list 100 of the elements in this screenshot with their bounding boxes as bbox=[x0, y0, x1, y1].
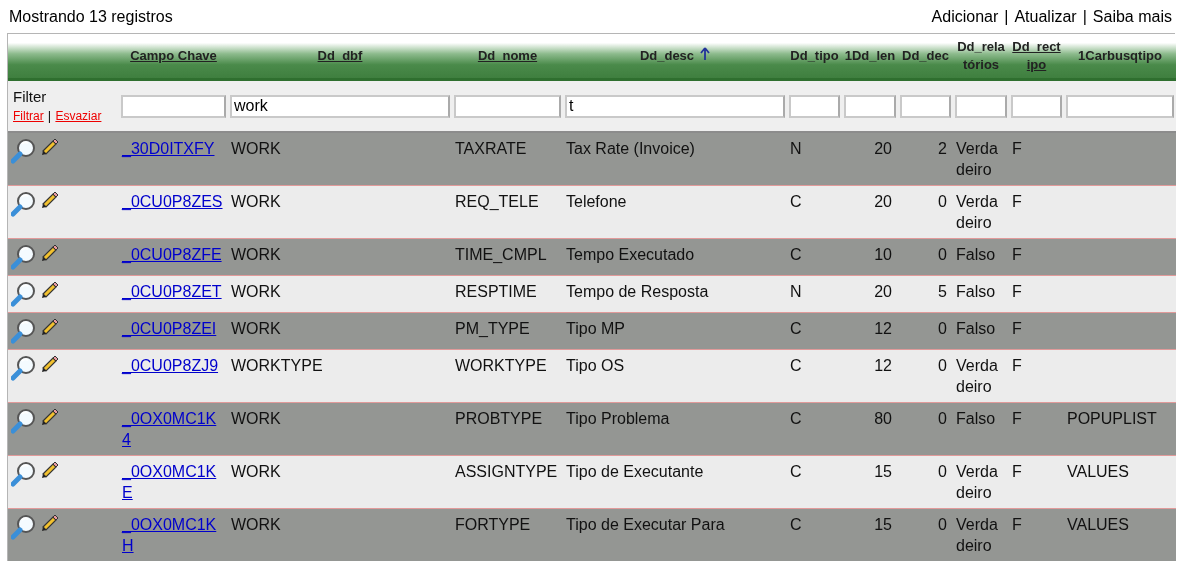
pencil-icon[interactable] bbox=[39, 408, 59, 428]
table-cell: F bbox=[1012, 320, 1022, 337]
table-cell: 0 bbox=[938, 357, 947, 374]
column-header: Dd_desc bbox=[639, 47, 695, 65]
pencil-icon[interactable] bbox=[39, 461, 59, 481]
search-icon[interactable] bbox=[11, 514, 37, 540]
table-cell: WORK bbox=[231, 246, 281, 263]
pencil-icon[interactable] bbox=[39, 318, 59, 338]
table-cell: Verdadeiro bbox=[956, 193, 998, 231]
table-cell: Tipo Problema bbox=[566, 410, 670, 427]
table-cell: Falso bbox=[956, 283, 996, 300]
table-cell: Telefone bbox=[566, 193, 627, 210]
filter-field[interactable] bbox=[955, 94, 1007, 118]
table-cell: REQ_TELE bbox=[455, 193, 539, 210]
table-cell: 2 bbox=[938, 140, 947, 157]
pencil-icon[interactable] bbox=[39, 355, 59, 375]
filter-field[interactable] bbox=[900, 94, 951, 118]
column-header[interactable]: Dd_dbf bbox=[317, 47, 363, 65]
table-cell: ASSIGNTYPE bbox=[455, 463, 558, 480]
table-cell: Tempo Executado bbox=[566, 246, 695, 263]
table-cell: F bbox=[1012, 283, 1022, 300]
action-link[interactable]: Saiba mais bbox=[1092, 7, 1172, 26]
clear-link[interactable]: Esvaziar bbox=[55, 108, 102, 123]
search-icon[interactable] bbox=[11, 318, 37, 344]
table-cell: VALUES bbox=[1067, 463, 1129, 480]
table-cell: Tipo MP bbox=[566, 320, 625, 337]
table-cell: TIME_CMPL bbox=[455, 246, 547, 263]
pencil-icon[interactable] bbox=[39, 138, 59, 158]
search-icon[interactable] bbox=[11, 138, 37, 164]
column-header: Dd_relatórios bbox=[956, 38, 1006, 74]
filter-field[interactable]: work bbox=[230, 94, 450, 118]
action-link[interactable]: Adicionar bbox=[931, 7, 999, 26]
column-header: Dd_tipo bbox=[790, 47, 839, 65]
table-cell: Tipo de Executante bbox=[566, 463, 704, 480]
table-cell: POPUPLIST bbox=[1067, 410, 1157, 427]
pencil-icon[interactable] bbox=[39, 191, 59, 211]
filter-field[interactable] bbox=[844, 94, 896, 118]
separator: | bbox=[47, 107, 52, 123]
search-icon[interactable] bbox=[11, 281, 37, 307]
table-cell: WORKTYPE bbox=[231, 357, 323, 374]
table-cell: F bbox=[1012, 140, 1022, 157]
search-icon[interactable] bbox=[11, 191, 37, 217]
table-cell: WORK bbox=[231, 283, 281, 300]
action-link[interactable]: Atualizar bbox=[1014, 7, 1077, 26]
table-cell: N bbox=[790, 283, 802, 300]
table-cell: 15 bbox=[874, 463, 892, 480]
filter-field[interactable] bbox=[789, 94, 840, 118]
table-cell: Verdadeiro bbox=[956, 140, 998, 178]
pencil-icon[interactable] bbox=[39, 514, 59, 534]
table-cell: Verdadeiro bbox=[956, 463, 998, 501]
table-cell: 0 bbox=[938, 193, 947, 210]
table-cell: WORKTYPE bbox=[455, 357, 547, 374]
filter-field[interactable] bbox=[1011, 94, 1062, 118]
filter-link[interactable]: Filtrar bbox=[13, 108, 44, 123]
table-cell: N bbox=[790, 140, 802, 157]
table-cell: C bbox=[790, 320, 802, 337]
filter-field[interactable] bbox=[1066, 94, 1174, 118]
table-cell: 5 bbox=[938, 283, 947, 300]
column-header: Dd_dec bbox=[902, 47, 949, 65]
search-icon[interactable] bbox=[11, 461, 37, 487]
table-cell: TAXRATE bbox=[455, 140, 527, 157]
table-cell: F bbox=[1012, 410, 1022, 427]
table-cell: F bbox=[1012, 193, 1022, 210]
pencil-icon[interactable] bbox=[39, 281, 59, 301]
table-cell: C bbox=[790, 463, 802, 480]
table-cell: 20 bbox=[874, 140, 892, 157]
table-cell: Tipo de Executar Para bbox=[566, 516, 725, 533]
table-cell: Tax Rate (Invoice) bbox=[566, 140, 695, 157]
table-cell: WORK bbox=[231, 516, 281, 533]
table-cell: 0 bbox=[938, 320, 947, 337]
table-cell: WORK bbox=[231, 140, 281, 157]
table-cell: C bbox=[790, 357, 802, 374]
table-cell: Verdadeiro bbox=[956, 357, 998, 395]
search-icon[interactable] bbox=[11, 244, 37, 270]
table-cell: WORK bbox=[231, 320, 281, 337]
table-cell: 0 bbox=[938, 410, 947, 427]
table-cell: RESPTIME bbox=[455, 283, 537, 300]
table-cell: F bbox=[1012, 246, 1022, 263]
sort-arrow-icon bbox=[700, 47, 711, 61]
table-cell: F bbox=[1012, 463, 1022, 480]
table-cell: C bbox=[790, 410, 802, 427]
search-icon[interactable] bbox=[11, 408, 37, 434]
filter-field[interactable] bbox=[121, 94, 226, 118]
table-cell: 10 bbox=[874, 246, 892, 263]
search-icon[interactable] bbox=[11, 355, 37, 381]
filter-label: Filter bbox=[13, 87, 47, 105]
pencil-icon[interactable] bbox=[39, 244, 59, 264]
table-cell: Verdadeiro bbox=[956, 516, 998, 554]
filter-field[interactable]: t bbox=[565, 94, 785, 118]
table-cell: 12 bbox=[874, 320, 892, 337]
record-count: Mostrando 13 registros bbox=[9, 7, 173, 26]
filter-field[interactable] bbox=[454, 94, 561, 118]
table-cell: 0 bbox=[938, 246, 947, 263]
table-cell: 12 bbox=[874, 357, 892, 374]
separator: | bbox=[1082, 7, 1087, 26]
table-cell: WORK bbox=[231, 463, 281, 480]
table-cell: F bbox=[1012, 357, 1022, 374]
column-header: 1Dd_len bbox=[844, 47, 896, 65]
column-header: 1Carbusqtipo bbox=[1078, 47, 1162, 65]
table-cell: WORK bbox=[231, 410, 281, 427]
